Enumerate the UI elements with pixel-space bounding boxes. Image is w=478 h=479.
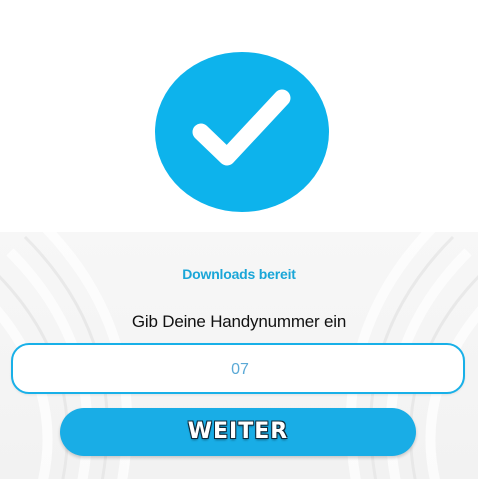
weiter-button-label: WEITER [187,419,289,444]
weiter-button[interactable]: WEITER [60,408,416,456]
phone-number-field[interactable] [11,343,467,394]
status-title: Downloads bereit [182,266,296,282]
checkmark-icon [192,89,291,166]
phone-prompt: Gib Deine Handynummer ein [131,312,347,331]
success-badge [155,52,329,212]
phone-number-input[interactable] [13,345,467,394]
download-page: Downloads bereit Gib Deine Handynummer e… [0,0,478,479]
